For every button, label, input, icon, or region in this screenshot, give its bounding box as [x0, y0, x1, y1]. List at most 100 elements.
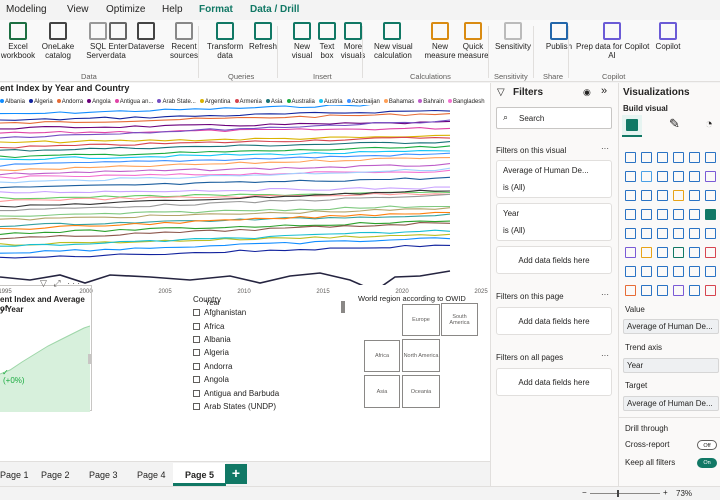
checkbox[interactable]	[193, 349, 200, 357]
visual-type-icon[interactable]	[705, 285, 716, 296]
filter-card-year[interactable]: Year is (All)	[496, 203, 612, 241]
visual-type-icon[interactable]	[673, 171, 684, 182]
tab-page-3[interactable]: Page 3	[89, 470, 118, 480]
zoom-thumb[interactable]	[617, 490, 619, 497]
tab-page-4[interactable]: Page 4	[137, 470, 166, 480]
tab-page-2[interactable]: Page 2	[41, 470, 70, 480]
visual-type-icon[interactable]	[657, 266, 668, 277]
slicer-item[interactable]: Algeria	[193, 346, 343, 359]
collapse-icon[interactable]: »	[601, 85, 607, 97]
ribbon-button-5[interactable]: Recent sources	[166, 22, 202, 60]
menu-modeling[interactable]: Modeling	[6, 4, 47, 15]
value-field[interactable]: Average of Human De...	[623, 319, 719, 334]
resize-handle[interactable]	[88, 354, 91, 364]
region-box[interactable]: Oceania	[402, 375, 440, 408]
ribbon-button-4[interactable]: Dataverse	[128, 22, 164, 51]
visual-type-icon[interactable]	[689, 171, 700, 182]
visual-type-icon[interactable]	[657, 190, 668, 201]
zoom-slider[interactable]	[590, 493, 660, 494]
more-options-icon[interactable]: ···	[601, 351, 609, 360]
menu-help[interactable]: Help	[162, 4, 183, 15]
series-line[interactable]	[0, 237, 451, 254]
visual-type-icon[interactable]	[641, 228, 652, 239]
visual-type-icon[interactable]	[625, 228, 636, 239]
visual-type-icon[interactable]	[705, 228, 716, 239]
series-line[interactable]	[0, 109, 451, 121]
slicer-item[interactable]: Andorra	[193, 360, 343, 373]
ribbon-button-7[interactable]: Refresh	[245, 22, 281, 51]
visual-type-icon[interactable]	[689, 247, 700, 258]
zoom-in-button[interactable]: +	[663, 488, 668, 497]
zoom-level[interactable]: 73%	[676, 489, 692, 498]
menu-data-drill[interactable]: Data / Drill	[250, 4, 299, 15]
build-visual-tab[interactable]	[622, 115, 642, 137]
menu-optimize[interactable]: Optimize	[106, 4, 145, 15]
slicer-item[interactable]: Antigua and Barbuda	[193, 386, 343, 399]
kpi-visual[interactable]: ▽ ⤢ ··· ent Index and Average of y Year …	[0, 278, 92, 412]
region-box[interactable]: Europe	[402, 304, 440, 336]
visual-header-icons[interactable]: ▽ ⤢ ···	[40, 278, 82, 289]
visual-type-icon[interactable]	[641, 209, 652, 220]
visual-type-icon[interactable]	[705, 190, 716, 201]
checkbox[interactable]	[193, 335, 200, 343]
slicer-item[interactable]: Angola	[193, 373, 343, 386]
visual-type-icon[interactable]	[673, 247, 684, 258]
report-canvas[interactable]: ent Index by Year and Country Albania Alg…	[0, 83, 490, 461]
ribbon-button-17[interactable]: Copilot	[650, 22, 686, 51]
visual-type-icon[interactable]	[625, 190, 636, 201]
visual-type-icon[interactable]	[689, 152, 700, 163]
visual-type-icon[interactable]	[673, 266, 684, 277]
visual-type-icon[interactable]	[673, 190, 684, 201]
visual-type-icon[interactable]	[705, 247, 716, 258]
more-options-icon[interactable]: ···	[601, 144, 609, 153]
region-visual[interactable]: World region according to OWID Europe Sou…	[358, 294, 490, 414]
add-data-fields-visual[interactable]: Add data fields here	[496, 246, 612, 274]
visual-type-icon[interactable]	[673, 228, 684, 239]
more-options-icon[interactable]: ···	[601, 290, 609, 299]
ribbon-button-1[interactable]: OneLake catalog	[40, 22, 76, 60]
checkbox[interactable]	[193, 402, 200, 410]
series-line[interactable]	[0, 134, 451, 144]
region-box[interactable]: South America	[441, 303, 478, 336]
ribbon-button-13[interactable]: Quick measure	[455, 22, 491, 60]
country-slicer[interactable]: Country Afghanistan Africa Albania Algeria A…	[193, 295, 343, 415]
trend-axis-field[interactable]: Year	[623, 358, 719, 373]
series-line[interactable]	[0, 163, 451, 176]
region-box[interactable]: North America	[402, 339, 440, 372]
checkbox[interactable]	[193, 322, 200, 330]
visual-type-icon[interactable]	[641, 190, 652, 201]
series-line[interactable]	[0, 157, 451, 172]
ribbon-button-15[interactable]: Publish	[541, 22, 577, 51]
add-data-fields-all[interactable]: Add data fields here	[496, 368, 612, 396]
checkbox[interactable]	[193, 389, 200, 397]
ribbon-button-0[interactable]: Excel workbook	[0, 22, 36, 60]
visual-type-icon[interactable]	[625, 285, 636, 296]
ribbon-button-16[interactable]: Prep data for Copilot AI	[576, 22, 649, 60]
visual-type-icon[interactable]	[641, 285, 652, 296]
visual-type-icon[interactable]	[673, 285, 684, 296]
slicer-item[interactable]: Albania	[193, 333, 343, 346]
ribbon-button-11[interactable]: New visual calculation	[374, 22, 413, 60]
visual-type-icon[interactable]	[673, 152, 684, 163]
visual-type-icon[interactable]	[625, 171, 636, 182]
slicer-item[interactable]: Afghanistan	[193, 306, 343, 319]
checkbox[interactable]	[193, 362, 200, 370]
visual-type-icon[interactable]	[705, 152, 716, 163]
visual-type-icon[interactable]	[641, 152, 652, 163]
visual-type-icon[interactable]	[689, 209, 700, 220]
visual-type-icon[interactable]	[657, 285, 668, 296]
ribbon-button-14[interactable]: Sensitivity	[495, 22, 531, 51]
visual-type-icon[interactable]	[625, 247, 636, 258]
menu-format[interactable]: Format	[199, 4, 233, 15]
series-line[interactable]	[0, 176, 451, 189]
eye-icon[interactable]: ◉	[583, 87, 591, 98]
visual-type-icon[interactable]	[689, 228, 700, 239]
visual-type-icon[interactable]	[689, 266, 700, 277]
visual-type-icon[interactable]	[641, 171, 652, 182]
visual-type-icon[interactable]	[689, 285, 700, 296]
series-line[interactable]	[0, 113, 451, 124]
slicer-item[interactable]: Arab States (UNDP)	[193, 400, 343, 413]
ribbon-button-6[interactable]: Transform data	[207, 22, 243, 60]
visual-type-icon[interactable]	[657, 171, 668, 182]
visual-type-icon[interactable]	[657, 247, 668, 258]
